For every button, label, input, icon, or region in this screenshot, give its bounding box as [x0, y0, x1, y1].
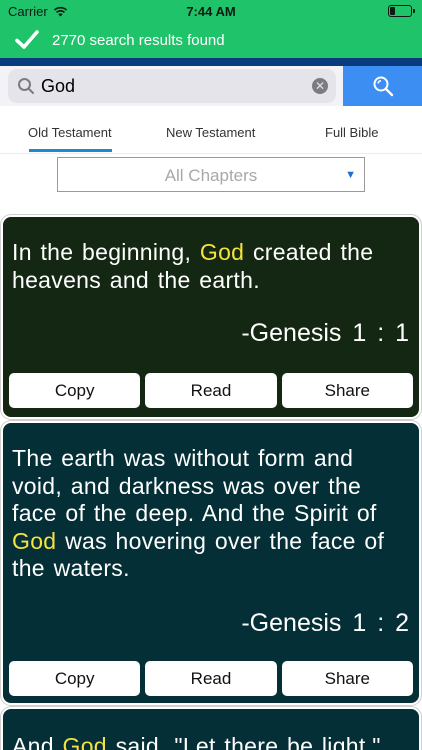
status-bar: Carrier 7:44 AM — [0, 0, 422, 22]
tab-new-testament[interactable]: New Testament — [166, 125, 255, 140]
read-button[interactable]: Read — [145, 373, 277, 408]
search-highlight: God — [62, 733, 107, 750]
search-highlight: God — [199, 239, 245, 265]
verse-reference: -Genesis 1 : 1 — [241, 319, 409, 347]
status-time: 7:44 AM — [186, 4, 236, 19]
battery-icon — [388, 5, 415, 17]
testament-tabs: Old Testament New Testament Full Bible — [0, 106, 422, 154]
share-button[interactable]: Share — [281, 661, 413, 696]
verse-reference: -Genesis 1 : 2 — [241, 609, 409, 637]
verse-actions: Copy Read Share — [9, 661, 413, 696]
tab-full-bible[interactable]: Full Bible — [325, 125, 378, 140]
copy-button[interactable]: Copy — [9, 373, 141, 408]
battery-level — [390, 7, 395, 15]
dropdown-arrow-icon: ▼ — [345, 169, 356, 181]
active-tab-indicator — [29, 149, 112, 152]
search-bar: ✕ — [0, 66, 422, 106]
read-button[interactable]: Read — [145, 661, 277, 696]
tab-old-testament[interactable]: Old Testament — [28, 125, 112, 140]
search-highlight: God — [12, 527, 57, 554]
search-icon — [18, 78, 34, 94]
verse-card: And God said, "Let there be light," — [1, 707, 421, 750]
search-input[interactable] — [41, 75, 291, 97]
verse-text: In the beginning, God created the heaven… — [12, 239, 374, 293]
verse-text: And God said, "Let there be light," — [12, 733, 409, 750]
results-banner: 2770 search results found — [0, 22, 422, 58]
verse-card: In the beginning, God created the heaven… — [1, 215, 421, 419]
verse-text: The earth was without form and void, and… — [12, 445, 385, 581]
verse-actions: Copy Read Share — [9, 373, 413, 408]
clear-icon[interactable]: ✕ — [312, 78, 328, 94]
search-button-icon — [373, 76, 393, 97]
chapter-dropdown-value: All Chapters — [164, 166, 258, 185]
share-button[interactable]: Share — [281, 373, 413, 408]
search-button[interactable] — [343, 66, 422, 106]
chapter-dropdown[interactable]: All Chapters ▼ — [57, 157, 365, 192]
verse-card: The earth was without form and void, and… — [1, 421, 421, 705]
search-field[interactable]: ✕ — [8, 69, 336, 103]
copy-button[interactable]: Copy — [9, 661, 141, 696]
banner-divider — [0, 58, 422, 66]
checkmark-icon — [15, 30, 39, 49]
results-count-text: 2770 search results found — [52, 31, 225, 49]
